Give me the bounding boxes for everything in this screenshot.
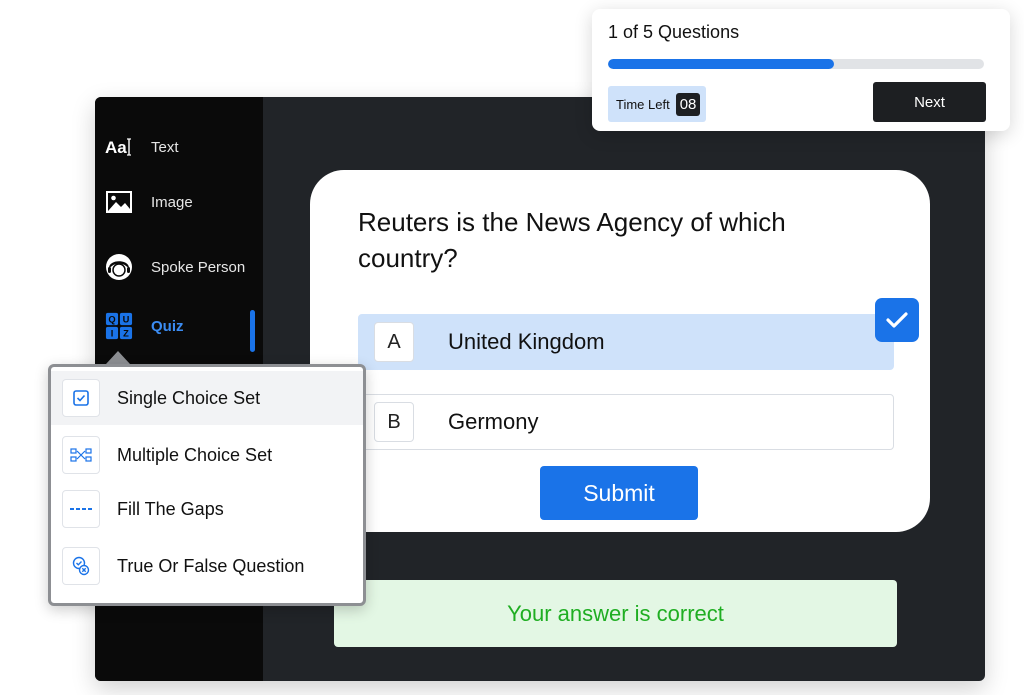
menu-item-label: True Or False Question: [117, 555, 305, 576]
feedback-banner: Your answer is correct: [334, 580, 897, 647]
time-left-value: 08: [675, 92, 701, 116]
single-choice-icon: [62, 379, 100, 417]
answer-option-b[interactable]: B Germony: [358, 394, 894, 450]
svg-text:Q: Q: [108, 315, 115, 325]
menu-item-multiple-choice[interactable]: Multiple Choice Set: [51, 428, 363, 482]
option-letter: A: [374, 322, 414, 362]
menu-item-label: Single Choice Set: [117, 387, 261, 408]
option-text: United Kingdom: [448, 329, 605, 354]
svg-text:U: U: [123, 315, 130, 325]
question-text: Reuters is the News Agency of which coun…: [358, 207, 786, 273]
quiz-icon: Q U I Z: [105, 312, 133, 340]
svg-text:Z: Z: [123, 329, 129, 339]
image-icon: [105, 188, 133, 216]
progress-bar: [608, 59, 984, 69]
next-button[interactable]: Next: [873, 82, 986, 122]
sidebar-item-spoke-person[interactable]: Spoke Person: [95, 249, 263, 285]
active-indicator: [250, 310, 255, 352]
time-left-label: Time Left: [616, 96, 670, 112]
sidebar-item-label: Image: [151, 193, 193, 211]
sidebar-item-label: Text: [151, 138, 179, 156]
menu-item-true-false[interactable]: True Or False Question: [51, 539, 363, 593]
answer-option-a[interactable]: A United Kingdom: [358, 314, 894, 370]
quiz-type-menu: Single Choice Set Multiple Choice Set Fi…: [48, 364, 366, 606]
svg-text:I: I: [111, 329, 114, 339]
menu-item-fill-gaps[interactable]: Fill The Gaps: [51, 482, 363, 536]
menu-item-label: Multiple Choice Set: [117, 444, 273, 465]
multiple-choice-icon: [62, 436, 100, 474]
text-icon: Aa: [105, 133, 133, 161]
sidebar-item-label: Spoke Person: [151, 258, 246, 276]
person-icon: [105, 253, 133, 281]
sidebar-item-image[interactable]: Image: [95, 184, 263, 220]
svg-text:Aa: Aa: [105, 138, 127, 157]
fill-gaps-icon: [62, 490, 100, 528]
sidebar-item-text[interactable]: Aa Text: [95, 129, 263, 165]
menu-caret: [106, 351, 130, 364]
check-icon: [875, 298, 919, 342]
true-false-icon: [62, 547, 100, 585]
menu-item-single-choice[interactable]: Single Choice Set: [51, 371, 363, 425]
feedback-text: Your answer is correct: [507, 600, 724, 626]
option-letter: B: [374, 402, 414, 442]
progress-title: 1 of 5 Questions: [608, 22, 740, 42]
progress-panel: 1 of 5 Questions Time Left 08 Next: [592, 9, 1010, 131]
menu-item-label: Fill The Gaps: [117, 498, 224, 519]
question-card: Reuters is the News Agency of which coun…: [310, 170, 930, 532]
sidebar-item-quiz[interactable]: Q U I Z Quiz: [95, 308, 263, 344]
option-text: Germony: [448, 409, 539, 434]
submit-button[interactable]: Submit: [540, 466, 698, 520]
progress-fill: [608, 59, 834, 69]
time-left-chip: Time Left 08: [608, 86, 707, 122]
sidebar-item-label: Quiz: [151, 317, 184, 335]
